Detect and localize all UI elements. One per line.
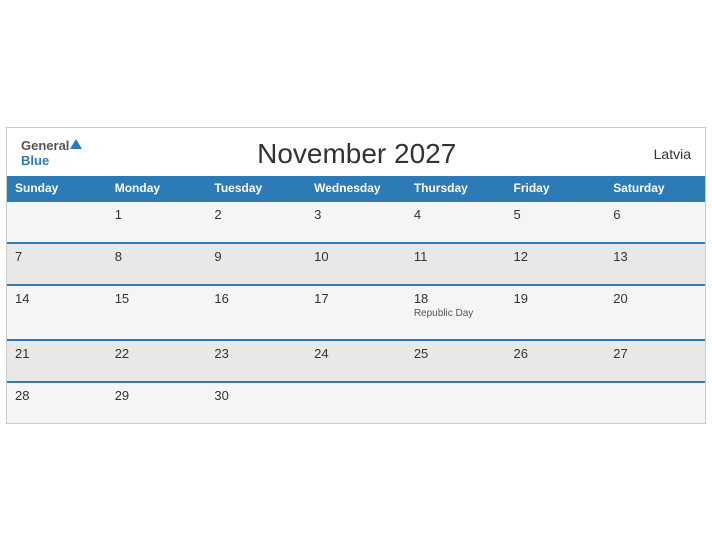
logo: General Blue bbox=[21, 139, 82, 168]
col-sunday: Sunday bbox=[7, 176, 107, 201]
day-cell: 3 bbox=[306, 201, 406, 243]
day-number: 24 bbox=[314, 346, 398, 361]
day-cell: 19 bbox=[506, 285, 606, 340]
day-cell: 17 bbox=[306, 285, 406, 340]
day-number: 3 bbox=[314, 207, 398, 222]
day-cell: 22 bbox=[107, 340, 207, 382]
day-cell bbox=[406, 382, 506, 423]
day-cell: 15 bbox=[107, 285, 207, 340]
col-wednesday: Wednesday bbox=[306, 176, 406, 201]
day-cell: 27 bbox=[605, 340, 705, 382]
day-number: 14 bbox=[15, 291, 99, 306]
day-cell: 4 bbox=[406, 201, 506, 243]
col-tuesday: Tuesday bbox=[206, 176, 306, 201]
day-cell: 21 bbox=[7, 340, 107, 382]
day-cell: 6 bbox=[605, 201, 705, 243]
day-number: 26 bbox=[514, 346, 598, 361]
col-thursday: Thursday bbox=[406, 176, 506, 201]
calendar: General Blue November 2027 Latvia Sunday… bbox=[6, 127, 706, 424]
day-cell: 25 bbox=[406, 340, 506, 382]
calendar-header: General Blue November 2027 Latvia bbox=[7, 128, 705, 176]
day-cell: 11 bbox=[406, 243, 506, 285]
day-number: 12 bbox=[514, 249, 598, 264]
logo-blue-text: Blue bbox=[21, 154, 82, 168]
day-cell: 28 bbox=[7, 382, 107, 423]
day-number: 18 bbox=[414, 291, 498, 306]
day-cell: 12 bbox=[506, 243, 606, 285]
day-number: 1 bbox=[115, 207, 199, 222]
country-label: Latvia bbox=[631, 146, 691, 162]
day-number: 5 bbox=[514, 207, 598, 222]
day-number: 2 bbox=[214, 207, 298, 222]
day-cell bbox=[7, 201, 107, 243]
day-number: 23 bbox=[214, 346, 298, 361]
logo-general-text: General bbox=[21, 139, 69, 153]
day-cell: 20 bbox=[605, 285, 705, 340]
day-cell: 2 bbox=[206, 201, 306, 243]
day-number: 22 bbox=[115, 346, 199, 361]
day-number: 17 bbox=[314, 291, 398, 306]
day-number: 8 bbox=[115, 249, 199, 264]
day-cell: 30 bbox=[206, 382, 306, 423]
day-cell: 23 bbox=[206, 340, 306, 382]
week-row-1: 7 89 10 11 12 13 bbox=[7, 243, 705, 285]
day-number: 21 bbox=[15, 346, 99, 361]
day-cell: 26 bbox=[506, 340, 606, 382]
logo-triangle-icon bbox=[70, 139, 82, 149]
day-cell: 9 bbox=[206, 243, 306, 285]
day-cell: 29 bbox=[107, 382, 207, 423]
day-cell: 5 bbox=[506, 201, 606, 243]
calendar-table: Sunday Monday Tuesday Wednesday Thursday… bbox=[7, 176, 705, 423]
day-number: 20 bbox=[613, 291, 697, 306]
day-cell bbox=[605, 382, 705, 423]
day-cell: 24 bbox=[306, 340, 406, 382]
day-cell: 7 bbox=[7, 243, 107, 285]
week-row-2: 14 15 16 17 18 Republic Day 19 20 bbox=[7, 285, 705, 340]
day-cell: 18 Republic Day bbox=[406, 285, 506, 340]
day-number: 30 bbox=[214, 388, 298, 403]
day-number: 9 bbox=[214, 249, 298, 264]
week-row-4: 28 29 30 bbox=[7, 382, 705, 423]
day-cell: 8 bbox=[107, 243, 207, 285]
day-number: 19 bbox=[514, 291, 598, 306]
day-cell bbox=[506, 382, 606, 423]
day-number: 11 bbox=[414, 249, 498, 264]
col-monday: Monday bbox=[107, 176, 207, 201]
day-cell: 13 bbox=[605, 243, 705, 285]
day-number: 10 bbox=[314, 249, 398, 264]
day-cell: 14 bbox=[7, 285, 107, 340]
day-headers-row: Sunday Monday Tuesday Wednesday Thursday… bbox=[7, 176, 705, 201]
holiday-label: Republic Day bbox=[414, 308, 498, 319]
calendar-title: November 2027 bbox=[82, 138, 631, 170]
day-number: 28 bbox=[15, 388, 99, 403]
day-number: 29 bbox=[115, 388, 199, 403]
day-cell bbox=[306, 382, 406, 423]
day-number: 15 bbox=[115, 291, 199, 306]
day-number: 27 bbox=[613, 346, 697, 361]
day-number: 4 bbox=[414, 207, 498, 222]
col-friday: Friday bbox=[506, 176, 606, 201]
day-number: 6 bbox=[613, 207, 697, 222]
day-cell: 16 bbox=[206, 285, 306, 340]
col-saturday: Saturday bbox=[605, 176, 705, 201]
day-number: 16 bbox=[214, 291, 298, 306]
week-row-3: 21 22 23 24 25 26 27 bbox=[7, 340, 705, 382]
week-row-0: 123456 bbox=[7, 201, 705, 243]
day-number: 25 bbox=[414, 346, 498, 361]
day-cell: 1 bbox=[107, 201, 207, 243]
day-number: 7 bbox=[15, 249, 99, 264]
day-cell: 10 bbox=[306, 243, 406, 285]
day-number: 13 bbox=[613, 249, 697, 264]
